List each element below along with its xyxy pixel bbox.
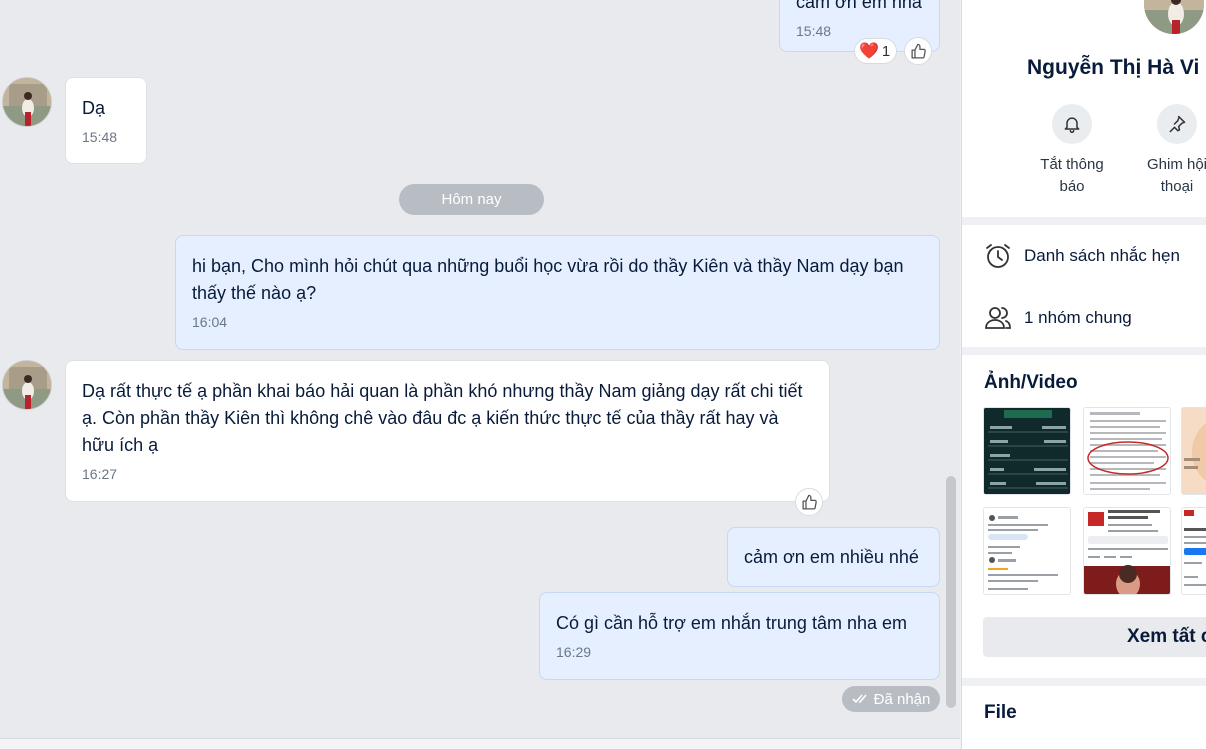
reaction-count-value: 1 — [881, 42, 891, 60]
pin-conversation-label: Ghim hội thoại — [1146, 156, 1206, 195]
chat-area: cảm ơn em nha 15:48 ❤️ 1 Dạ 15:48 Hôm na… — [0, 0, 960, 749]
pin-conversation-button[interactable]: Ghim hội thoại — [1122, 104, 1206, 198]
composer-divider — [0, 738, 960, 749]
message-time: 16:29 — [556, 644, 592, 660]
message-bubble-sent[interactable]: hi bạn, Cho mình hỏi chút qua những buổi… — [175, 235, 940, 350]
message-bubble-received[interactable]: Dạ rất thực tế ạ phần khai báo hải quan … — [65, 360, 830, 502]
bell-icon — [1052, 104, 1092, 144]
reminder-list-row[interactable]: Danh sách nhắc hẹn — [984, 242, 1180, 270]
message-text: cảm ơn em nhiều nhé — [744, 547, 919, 567]
message-text: Dạ rất thực tế ạ phần khai báo hải quan … — [82, 381, 803, 455]
media-thumbnail[interactable] — [983, 507, 1071, 595]
react-button[interactable] — [795, 488, 823, 516]
message-time: 15:48 — [82, 129, 118, 145]
message-text: Dạ — [82, 98, 106, 118]
contact-name: Nguyễn Thị Hà Vi — [1027, 56, 1200, 79]
media-thumbnail[interactable] — [1083, 407, 1171, 495]
contact-avatar[interactable] — [2, 77, 52, 127]
common-groups-row[interactable]: 1 nhóm chung — [984, 304, 1132, 332]
mute-notifications-button[interactable]: Tắt thông báo — [1017, 104, 1127, 198]
reaction-count[interactable]: ❤️ 1 — [854, 38, 898, 64]
chat-scrollbar[interactable] — [946, 476, 956, 708]
message-time: 15:48 — [796, 23, 832, 39]
delivery-status: Đã nhận — [842, 686, 940, 712]
message-bubble-sent[interactable]: Có gì cần hỗ trợ em nhắn trung tâm nha e… — [539, 592, 940, 680]
message-time: 16:04 — [192, 314, 228, 330]
mute-notifications-label: Tắt thông báo — [1040, 156, 1104, 195]
reminder-list-label: Danh sách nhắc hẹn — [1024, 246, 1180, 265]
message-text: hi bạn, Cho mình hỏi chút qua những buổi… — [192, 256, 904, 303]
alarm-clock-icon — [986, 244, 1010, 268]
section-divider — [962, 678, 1206, 686]
contact-avatar-large[interactable] — [1142, 0, 1206, 36]
conversation-info-panel: Nguyễn Thị Hà Vi Tắt thông báo Ghim hội … — [961, 0, 1206, 749]
message-bubble-sent[interactable]: cảm ơn em nhiều nhé — [727, 527, 940, 587]
delivery-status-text: Đã nhận — [873, 690, 931, 708]
media-thumbnail[interactable] — [983, 407, 1071, 495]
contact-avatar[interactable] — [2, 360, 52, 410]
section-divider — [962, 347, 1206, 355]
media-thumbnail[interactable] — [1083, 507, 1171, 595]
message-time: 16:27 — [82, 466, 118, 482]
thumbs-up-icon — [801, 494, 817, 510]
heart-icon: ❤️ — [859, 43, 879, 60]
common-groups-label: 1 nhóm chung — [1024, 308, 1132, 327]
pin-icon — [1157, 104, 1197, 144]
media-thumbnail[interactable] — [1181, 407, 1206, 495]
see-all-media-button[interactable]: Xem tất cả — [983, 617, 1206, 657]
message-text: cảm ơn em nha — [796, 0, 922, 12]
react-button[interactable] — [904, 37, 932, 65]
date-separator: Hôm nay — [399, 184, 544, 215]
media-thumbnail[interactable] — [1181, 507, 1206, 595]
message-text: Có gì cần hỗ trợ em nhắn trung tâm nha e… — [556, 613, 907, 633]
message-bubble-received[interactable]: Dạ 15:48 — [65, 77, 147, 164]
group-users-icon — [985, 307, 1011, 329]
section-divider — [962, 217, 1206, 225]
file-section-title: File — [984, 702, 1017, 723]
thumbs-up-icon — [910, 43, 926, 59]
media-section-title: Ảnh/Video — [984, 372, 1078, 393]
double-check-icon — [852, 694, 867, 704]
